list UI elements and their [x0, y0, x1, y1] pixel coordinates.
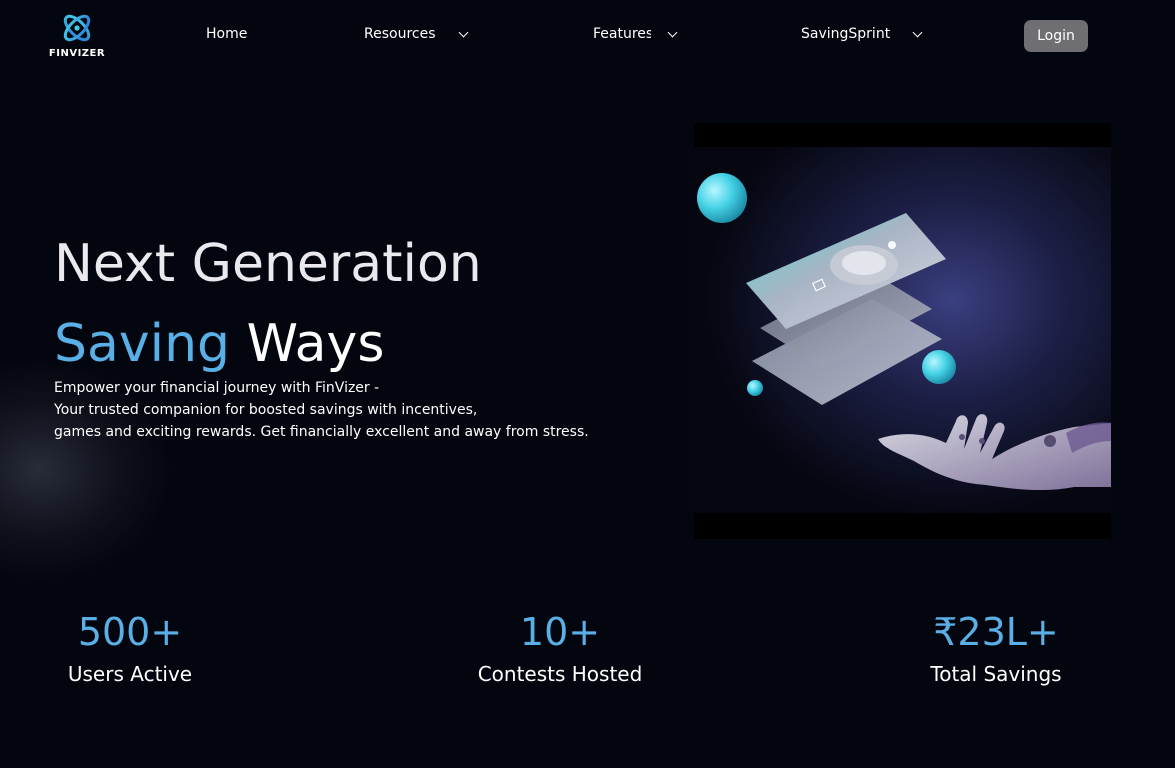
hero-description-line: Your trusted companion for boosted savin…: [54, 402, 478, 418]
stat-contests-hosted: 10+ Contests Hosted: [450, 607, 670, 689]
hero-description-line: games and exciting rewards. Get financia…: [54, 424, 589, 440]
hero-title-accent: Saving: [54, 314, 231, 374]
hero-title-line2: Saving Ways: [54, 304, 482, 384]
hero-description-line: Empower your financial journey with FinV…: [54, 380, 380, 396]
nav-features-label: Features: [593, 26, 651, 42]
hero-illustration: [694, 123, 1111, 539]
stat-label: Users Active: [67, 662, 193, 686]
hero-title: Next Generation Saving Ways: [54, 224, 482, 384]
brand-name: FINVIZER: [48, 48, 106, 59]
hand-cards-illustration: [694, 123, 1111, 539]
chevron-down-icon: [912, 27, 923, 37]
chevron-down-icon: [667, 27, 678, 37]
nav-resources[interactable]: Resources: [364, 26, 468, 42]
landing-page: FINVIZER Home Resources Features SavingS…: [0, 0, 1175, 768]
stat-users-active: 500+ Users Active: [30, 607, 230, 689]
nav-home-label: Home: [206, 26, 248, 42]
stat-label: Total Savings: [930, 662, 1062, 686]
chevron-down-icon: [458, 27, 468, 37]
hero-description: Empower your financial journey with FinV…: [54, 377, 654, 443]
nav-home[interactable]: Home: [206, 26, 247, 42]
stat-value: ₹23L+: [933, 610, 1059, 654]
brand-logo[interactable]: FINVIZER: [48, 10, 106, 59]
stat-value: 10+: [519, 610, 601, 654]
stat-total-savings: ₹23L+ Total Savings: [896, 607, 1096, 689]
nav-resources-label: Resources: [364, 26, 436, 42]
stat-label: Contests Hosted: [477, 662, 643, 686]
stat-value: 500+: [77, 610, 183, 654]
login-button[interactable]: Login: [1024, 20, 1088, 52]
top-navbar: FINVIZER Home Resources Features SavingS…: [0, 0, 1175, 72]
nav-features[interactable]: Features: [593, 26, 678, 42]
hero-title-rest: Ways: [246, 314, 385, 374]
nav-saving-sprint[interactable]: SavingSprint: [801, 26, 923, 42]
hero-title-line1: Next Generation: [54, 234, 482, 294]
nav-saving-sprint-label: SavingSprint: [801, 26, 891, 42]
atom-logo-icon: [63, 14, 91, 42]
